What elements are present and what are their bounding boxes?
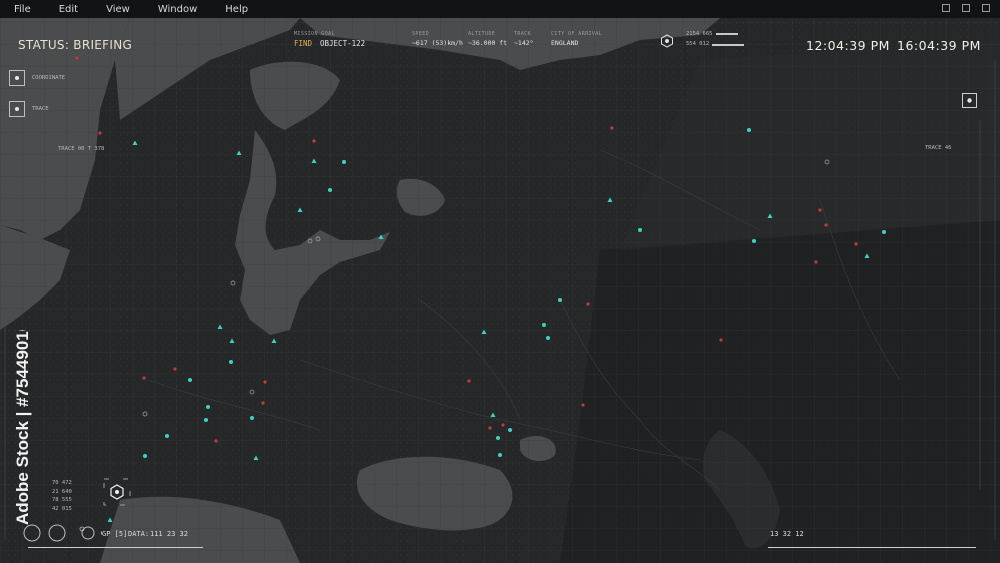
red-marker xyxy=(312,139,316,143)
arrival-label: CITY OF ARRIVAL xyxy=(551,31,603,37)
red-marker xyxy=(586,302,590,306)
cyan-dot-marker[interactable] xyxy=(882,230,886,234)
arrival-value: ENGLAND xyxy=(551,39,579,47)
speed-label: SPEED xyxy=(412,31,430,37)
readout-3: 78 555 xyxy=(52,497,72,503)
red-marker xyxy=(610,126,614,130)
red-marker xyxy=(854,242,858,246)
altitude-label: ALTITUDE xyxy=(468,31,496,37)
round-button-icon[interactable] xyxy=(80,525,96,541)
cyan-dot-marker[interactable] xyxy=(752,239,756,243)
red-marker xyxy=(263,380,267,384)
readout-4: 42 015 xyxy=(52,505,72,512)
watermark-text: Adobe Stock | #754490101 xyxy=(13,330,32,525)
status-title: STATUS: BRIEFING xyxy=(18,38,133,52)
coordinate-icon[interactable] xyxy=(9,70,25,86)
red-marker xyxy=(98,131,102,135)
scale-value: 13 32 12 xyxy=(770,530,804,538)
mission-goal-label: MISSION GOAL xyxy=(294,31,335,37)
adobe-stock-watermark: Adobe Stock | #754490101 xyxy=(13,330,32,525)
trace-label: TRACE xyxy=(32,106,49,112)
code-1: 2154 665 xyxy=(686,31,713,37)
target-icon[interactable] xyxy=(962,93,977,108)
hex-target-icon[interactable] xyxy=(103,478,131,506)
red-marker xyxy=(173,367,177,371)
cyan-dot-marker[interactable] xyxy=(229,360,233,364)
cyan-dot-marker[interactable] xyxy=(546,336,550,340)
cyan-dot-marker[interactable] xyxy=(206,405,210,409)
bottom-right-scale xyxy=(768,547,976,548)
track-label: TRACK xyxy=(514,31,532,37)
track-value: ~142° xyxy=(514,39,534,47)
object-value: OBJECT-122 xyxy=(320,39,366,48)
find-label: FIND xyxy=(294,39,313,48)
cyan-dot-marker[interactable] xyxy=(188,378,192,382)
trace-right: TRACE 46 xyxy=(925,145,952,151)
europe-map xyxy=(0,0,1000,563)
red-marker xyxy=(75,56,79,60)
menu-window[interactable]: Window xyxy=(144,4,211,15)
coordinate-label: COORDINATE xyxy=(32,75,66,81)
speed-value: ~617 (53)km/h xyxy=(412,39,463,47)
menu-help[interactable]: Help xyxy=(211,4,262,15)
menu-bar: File Edit View Window Help xyxy=(0,0,1000,18)
cyan-dot-marker[interactable] xyxy=(496,436,500,440)
minimize-icon[interactable] xyxy=(942,4,950,12)
menu-file[interactable]: File xyxy=(0,4,45,15)
data-value: 111 23 32 xyxy=(150,530,188,538)
cyan-dot-marker[interactable] xyxy=(250,416,254,420)
hexagon-icon[interactable] xyxy=(660,34,674,48)
red-marker xyxy=(501,423,505,427)
bottom-left-scale xyxy=(28,547,203,548)
cyan-dot-marker[interactable] xyxy=(747,128,751,132)
red-marker xyxy=(581,403,585,407)
cyan-dot-marker[interactable] xyxy=(638,228,642,232)
readout-1: 70 472 xyxy=(52,480,72,486)
cyan-dot-marker[interactable] xyxy=(558,298,562,302)
cyan-dot-marker[interactable] xyxy=(342,160,346,164)
trace-icon[interactable] xyxy=(9,101,25,117)
cyan-dot-marker[interactable] xyxy=(328,188,332,192)
window-controls xyxy=(942,4,990,12)
red-marker xyxy=(214,439,218,443)
signal-bar-1 xyxy=(716,33,738,35)
cyan-dot-marker[interactable] xyxy=(542,323,546,327)
red-marker xyxy=(261,401,265,405)
red-marker xyxy=(824,223,828,227)
clock-remote: 16:04:39 PM xyxy=(897,38,981,53)
menu-view[interactable]: View xyxy=(92,4,144,15)
red-marker xyxy=(719,338,723,342)
cyan-dot-marker[interactable] xyxy=(204,418,208,422)
maximize-icon[interactable] xyxy=(962,4,970,12)
red-marker xyxy=(142,376,146,380)
data-label: DATA: xyxy=(128,530,150,538)
red-marker xyxy=(467,379,471,383)
red-marker xyxy=(814,260,818,264)
trace-value: TRACE 00 T 378 xyxy=(58,146,105,152)
close-icon[interactable] xyxy=(982,4,990,12)
clock-local: 12:04:39 PM xyxy=(806,38,890,53)
altitude-value: ~36.000 ft xyxy=(468,39,508,47)
gp-label: GP [5] xyxy=(102,530,128,538)
red-marker xyxy=(818,208,822,212)
cyan-dot-marker[interactable] xyxy=(165,434,169,438)
readout-2: 21 640 xyxy=(52,488,72,495)
menu-edit[interactable]: Edit xyxy=(45,4,92,15)
signal-bar-2 xyxy=(712,44,744,46)
cyan-dot-marker[interactable] xyxy=(143,454,147,458)
code-2: 554 012 xyxy=(686,41,710,47)
cyan-dot-marker[interactable] xyxy=(498,453,502,457)
red-marker xyxy=(488,426,492,430)
readouts: 70 472 21 640 78 555 42 015 xyxy=(52,479,72,513)
cyan-dot-marker[interactable] xyxy=(508,428,512,432)
